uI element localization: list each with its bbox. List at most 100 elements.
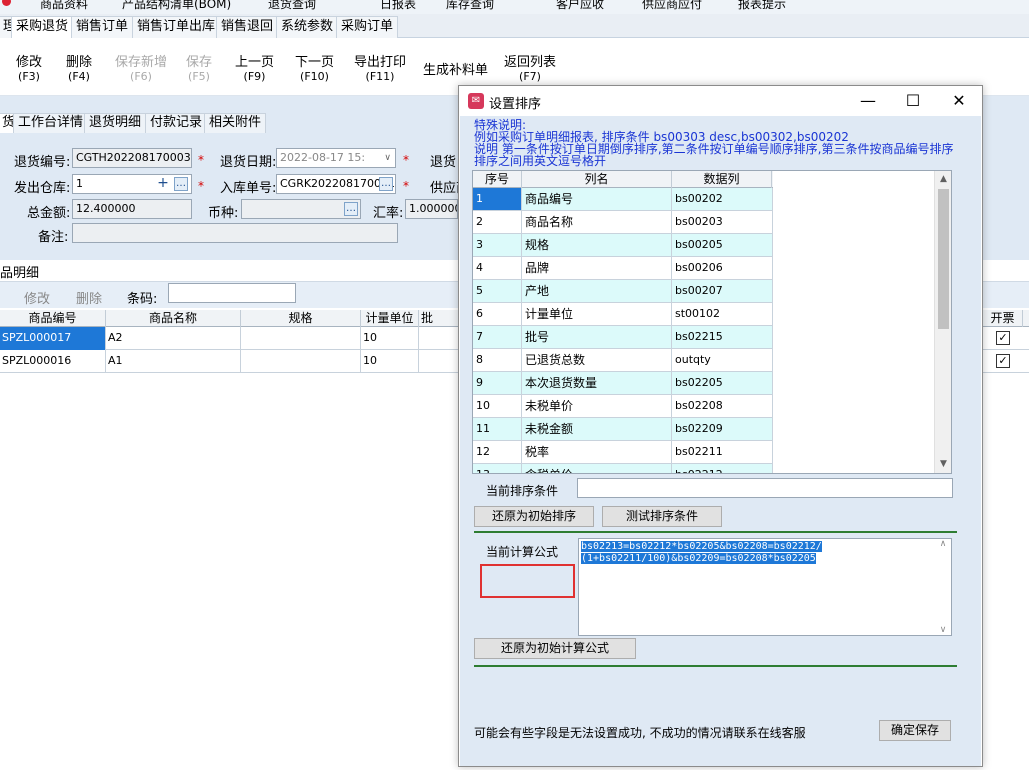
cell-column-name[interactable]: 品牌 — [522, 257, 672, 280]
sort-grid-row[interactable]: 1 商品编号 bs00202 — [473, 188, 773, 211]
detail-edit-button[interactable]: 修改 — [24, 288, 50, 307]
cell-no[interactable]: 10 — [473, 395, 522, 418]
tab-sales-return[interactable]: 销售退回 — [216, 16, 279, 38]
browse-button[interactable]: … — [344, 202, 358, 216]
subtab-workbench[interactable]: 工作台详情 — [13, 113, 89, 133]
sort-column-grid[interactable]: 序号 列名 数据列 1 商品编号 bs00202 2 商品名称 bs00203 3 规格 bs0… — [472, 170, 952, 474]
confirm-save-button[interactable]: 确定保存 — [879, 720, 951, 741]
cell-no[interactable]: 7 — [473, 326, 522, 349]
cell-data-column[interactable]: bs02211 — [672, 441, 773, 464]
tab-sales-order[interactable]: 销售订单 — [71, 16, 134, 38]
cell-no[interactable]: 11 — [473, 418, 522, 441]
cell-data-column[interactable]: bs00205 — [672, 234, 773, 257]
cell-no[interactable]: 6 — [473, 303, 522, 326]
cell-batch[interactable] — [419, 327, 459, 350]
next-page-button[interactable]: 下一页 (F10) — [295, 56, 334, 84]
col-header[interactable]: 商品名称 — [106, 310, 241, 327]
remark-field[interactable] — [72, 223, 398, 243]
warehouse-field[interactable]: 1 + … — [72, 174, 192, 194]
cell-column-name[interactable]: 本次退货数量 — [522, 372, 672, 395]
cell-no[interactable]: 5 — [473, 280, 522, 303]
cell-column-name[interactable]: 产地 — [522, 280, 672, 303]
col-header[interactable]: 计量单位 — [361, 310, 419, 327]
minimize-icon[interactable]: — — [854, 90, 882, 112]
col-header[interactable]: 序号 — [473, 171, 522, 188]
browse-button[interactable]: … — [379, 177, 393, 191]
export-print-button[interactable]: 导出打印 (F11) — [354, 56, 406, 84]
cell-no[interactable]: 2 — [473, 211, 522, 234]
add-icon[interactable]: + — [156, 176, 170, 191]
scroll-up-icon[interactable]: ▲ — [935, 171, 951, 188]
cell-column-name[interactable]: 商品编号 — [522, 188, 672, 211]
cell-column-name[interactable]: 商品名称 — [522, 211, 672, 234]
formula-textarea[interactable]: bs02213=bs02212*bs02205&bs02208=bs02212/… — [578, 538, 952, 636]
cell-unit[interactable]: 10 — [361, 327, 419, 350]
formula-text[interactable]: bs02213=bs02212*bs02205&bs02208=bs02212/… — [581, 541, 931, 565]
rate-field[interactable]: 1.000000 — [405, 199, 458, 219]
top-menu-item[interactable]: 供应商应付 — [642, 0, 702, 12]
top-menu-item[interactable]: 产品结构清单(BOM) — [122, 0, 231, 12]
sort-grid-row[interactable]: 6 计量单位 st00102 — [473, 303, 773, 326]
top-menu-item[interactable]: 客户应收 — [556, 0, 604, 12]
save-button[interactable]: 保存 (F5) — [186, 56, 212, 84]
cell-code[interactable]: SPZL000016 — [0, 350, 106, 373]
tab-sales-order-outbound[interactable]: 销售订单出库 — [132, 16, 221, 38]
sort-grid-row[interactable]: 11 未税金额 bs02209 — [473, 418, 773, 441]
cell-data-column[interactable]: outqty — [672, 349, 773, 372]
invoice-checkbox[interactable]: ✓ — [996, 331, 1010, 345]
cell-no[interactable]: 4 — [473, 257, 522, 280]
close-icon[interactable]: ✕ — [945, 90, 973, 112]
sort-grid-row[interactable]: 10 未税单价 bs02208 — [473, 395, 773, 418]
col-header[interactable]: 列名 — [522, 171, 672, 188]
cell-column-name[interactable]: 税率 — [522, 441, 672, 464]
restore-sort-button[interactable]: 还原为初始排序 — [474, 506, 594, 527]
tab-purchase-order[interactable]: 采购订单 — [336, 16, 399, 38]
browse-button[interactable]: … — [174, 177, 188, 191]
tab-purchase-return[interactable]: 采购退货 — [11, 16, 74, 39]
sort-grid-row[interactable]: 13含税单价bs02212 — [473, 464, 773, 473]
scroll-up-icon[interactable]: ∧ — [937, 539, 949, 549]
cell-column-name[interactable]: 批号 — [522, 326, 672, 349]
cell-column-name[interactable]: 计量单位 — [522, 303, 672, 326]
subtab-return-detail[interactable]: 退货明细 — [84, 113, 147, 133]
cell-column-name[interactable]: 含税单价 — [522, 464, 672, 473]
total-field[interactable]: 12.400000 — [72, 199, 192, 219]
inbound-no-field[interactable]: CGRK202208170001 … — [276, 174, 396, 194]
cell-column-name[interactable]: 未税单价 — [522, 395, 672, 418]
back-to-list-button[interactable]: 返回列表 (F7) — [504, 56, 556, 84]
barcode-input[interactable] — [168, 283, 296, 303]
currency-field[interactable]: … — [241, 199, 361, 219]
cell-data-column[interactable]: bs02208 — [672, 395, 773, 418]
invoice-checkbox[interactable]: ✓ — [996, 354, 1010, 368]
col-header[interactable]: 数据列 — [672, 171, 772, 188]
return-no-field[interactable]: CGTH202208170003 — [72, 148, 192, 168]
sort-grid-row[interactable]: 7 批号 bs02215 — [473, 326, 773, 349]
cell-column-name[interactable]: 已退货总数 — [522, 349, 672, 372]
col-header[interactable]: 商品编号 — [0, 310, 106, 327]
sort-grid-row[interactable]: 12 税率 bs02211 — [473, 441, 773, 464]
top-menu-item[interactable]: 退货查询 — [268, 0, 316, 12]
test-sort-button[interactable]: 测试排序条件 — [602, 506, 722, 527]
top-menu-item[interactable]: 商品资料 — [40, 0, 88, 12]
cell-name[interactable]: A1 — [106, 350, 241, 373]
cell-data-column[interactable]: bs02215 — [672, 326, 773, 349]
sort-grid-row[interactable]: 2 商品名称 bs00203 — [473, 211, 773, 234]
cell-code[interactable]: SPZL000017 — [0, 327, 106, 350]
chevron-down-icon[interactable]: ∨ — [384, 149, 391, 167]
sort-grid-row[interactable]: 3 规格 bs00205 — [473, 234, 773, 257]
formula-scrollbar[interactable]: ∧ ∨ — [937, 539, 949, 635]
subtab-attachments[interactable]: 相关附件 — [204, 113, 267, 133]
cell-data-column[interactable]: bs02212 — [672, 464, 773, 473]
cell-unit[interactable]: 10 — [361, 350, 419, 373]
sort-grid-row[interactable]: 4 品牌 bs00206 — [473, 257, 773, 280]
cell-no[interactable]: 8 — [473, 349, 522, 372]
cell-no[interactable]: 12 — [473, 441, 522, 464]
cell-data-column[interactable]: bs00206 — [672, 257, 773, 280]
scroll-down-icon[interactable]: ▼ — [935, 456, 951, 473]
cell-data-column[interactable]: bs02209 — [672, 418, 773, 441]
maximize-icon[interactable]: ☐ — [899, 90, 927, 112]
cell-no[interactable]: 13 — [473, 464, 522, 473]
tab-system-params[interactable]: 系统参数 — [276, 16, 339, 38]
cell-data-column[interactable]: bs02205 — [672, 372, 773, 395]
scrollbar-thumb[interactable] — [938, 189, 949, 329]
